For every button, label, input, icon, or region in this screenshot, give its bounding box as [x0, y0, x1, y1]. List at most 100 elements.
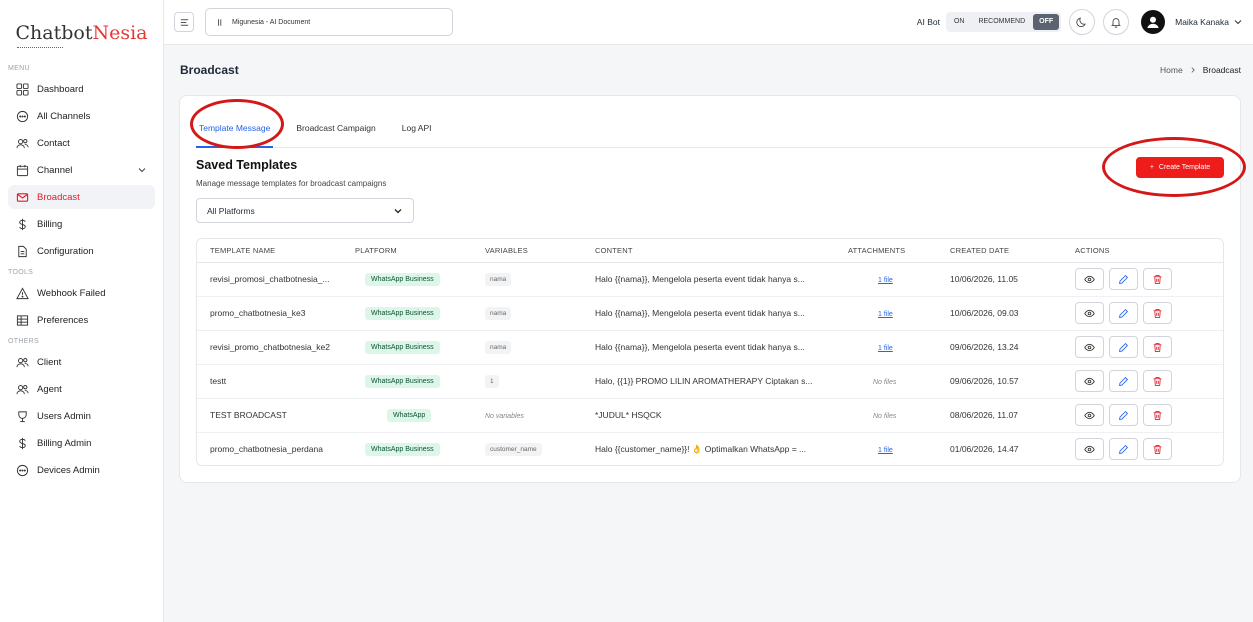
ai-bot-on-option[interactable]: ON — [948, 14, 971, 30]
created-date: 08/06/2026, 11.07 — [950, 398, 1075, 433]
column-header: CONTENT — [595, 239, 848, 263]
pencil-icon — [1119, 274, 1129, 284]
templates-table: TEMPLATE NAME PLATFORM VARIABLES CONTENT… — [196, 238, 1224, 466]
sidebar-item-broadcast[interactable]: Broadcast — [8, 185, 155, 209]
sidebar-item-devices-admin[interactable]: Devices Admin — [8, 458, 155, 482]
template-content: *JUDUL* HSQCK — [595, 398, 848, 433]
view-button[interactable] — [1075, 370, 1104, 392]
sidebar-item-billing[interactable]: Billing — [8, 212, 155, 236]
template-name: TEST BROADCAST — [197, 398, 355, 433]
edit-button[interactable] — [1109, 336, 1138, 358]
row-actions — [1075, 268, 1223, 290]
view-button[interactable] — [1075, 404, 1104, 426]
chat-icon — [16, 464, 29, 477]
sidebar-item-label: Dashboard — [37, 83, 84, 95]
attachment-link[interactable]: 1 file — [878, 311, 893, 318]
table-row: revisi_promosi_chatbotnesia_... WhatsApp… — [197, 262, 1223, 297]
row-actions — [1075, 370, 1223, 392]
breadcrumb-home[interactable]: Home — [1160, 65, 1183, 75]
sidebar-item-label: Billing Admin — [37, 437, 92, 449]
attachment-link[interactable]: 1 file — [878, 345, 893, 352]
sidebar-item-billing-admin[interactable]: Billing Admin — [8, 431, 155, 455]
tab-bar: Template Message Broadcast Campaign Log … — [196, 116, 1224, 148]
eye-icon — [1084, 377, 1095, 385]
row-actions — [1075, 302, 1223, 324]
dollar-icon — [16, 218, 29, 231]
attachment-link[interactable]: 1 file — [878, 277, 893, 284]
sidebar-toggle-button[interactable] — [174, 12, 194, 32]
moon-icon — [1076, 17, 1086, 28]
edit-button[interactable] — [1109, 404, 1138, 426]
view-button[interactable] — [1075, 438, 1104, 461]
attachment-link[interactable]: 1 file — [878, 447, 893, 454]
user-name[interactable]: Maika Kanaka — [1175, 17, 1229, 27]
grid-icon — [16, 82, 29, 96]
users-icon — [16, 137, 29, 150]
users-icon — [16, 383, 29, 396]
breadcrumb-current: Broadcast — [1202, 65, 1241, 75]
delete-button[interactable] — [1143, 404, 1172, 426]
document-icon — [218, 18, 222, 26]
column-header: VARIABLES — [485, 239, 595, 263]
sidebar-item-dashboard[interactable]: Dashboard — [8, 77, 155, 101]
sidebar-item-preferences[interactable]: Preferences — [8, 308, 155, 332]
view-button[interactable] — [1075, 268, 1104, 290]
warning-icon — [16, 286, 29, 300]
calendar-icon — [16, 164, 29, 177]
sidebar-item-label: Preferences — [37, 314, 89, 326]
notifications-button[interactable] — [1103, 9, 1130, 35]
view-button[interactable] — [1075, 336, 1104, 358]
platform-filter-select[interactable]: All Platforms — [196, 198, 414, 223]
sidebar-item-client[interactable]: Client — [8, 350, 155, 374]
mail-icon — [16, 191, 29, 204]
delete-button[interactable] — [1143, 268, 1172, 290]
edit-button[interactable] — [1109, 438, 1138, 461]
sidebar-section-tools: TOOLS — [8, 269, 34, 276]
ai-bot-off-option[interactable]: OFF — [1033, 14, 1060, 30]
topbar: Migunesia - AI Document AI Bot ON RECOMM… — [164, 0, 1253, 45]
edit-button[interactable] — [1109, 268, 1138, 290]
delete-button[interactable] — [1143, 370, 1172, 392]
edit-button[interactable] — [1109, 302, 1138, 324]
table-icon — [16, 314, 29, 327]
ai-bot-mode-toggle: ON RECOMMEND OFF — [945, 12, 1062, 32]
sidebar: ChatbotNesia MENU Dashboard All Channels… — [0, 0, 164, 622]
template-content: Halo, {{1}} PROMO LILIN AROMATHERAPY Cip… — [595, 364, 848, 399]
tab-log-api[interactable]: Log API — [399, 116, 435, 148]
sidebar-item-label: Webhook Failed — [37, 287, 106, 299]
section-subtitle: Manage message templates for broadcast c… — [196, 179, 387, 188]
delete-button[interactable] — [1143, 302, 1172, 324]
no-attachments-text: No files — [873, 379, 897, 386]
sidebar-item-channel[interactable]: Channel — [8, 158, 155, 182]
eye-icon — [1084, 275, 1095, 283]
sidebar-item-webhook-failed[interactable]: Webhook Failed — [8, 281, 155, 305]
delete-button[interactable] — [1143, 438, 1172, 461]
document-select[interactable]: Migunesia - AI Document — [205, 8, 453, 36]
ai-bot-recommend-option[interactable]: RECOMMEND — [972, 14, 1031, 30]
sidebar-item-configuration[interactable]: Configuration — [8, 239, 155, 263]
topbar-right: AI Bot ON RECOMMEND OFF Maika Kanaka — [917, 9, 1243, 35]
sidebar-item-users-admin[interactable]: Users Admin — [8, 404, 155, 428]
sidebar-item-contact[interactable]: Contact — [8, 131, 155, 155]
logo[interactable]: ChatbotNesia — [0, 0, 163, 62]
template-content: Halo {{nama}}, Mengelola peserta event t… — [595, 262, 848, 297]
sidebar-item-label: Users Admin — [37, 410, 91, 422]
avatar[interactable] — [1141, 10, 1166, 34]
table-header-row: TEMPLATE NAME PLATFORM VARIABLES CONTENT… — [197, 239, 1223, 263]
column-header: ACTIONS — [1075, 239, 1223, 263]
delete-button[interactable] — [1143, 336, 1172, 358]
sidebar-item-all-channels[interactable]: All Channels — [8, 104, 155, 128]
dark-mode-button[interactable] — [1069, 9, 1096, 35]
template-content: Halo {{customer_name}}! 👌 Optimalkan Wha… — [595, 443, 807, 454]
no-variables-text: No variables — [485, 413, 524, 420]
platform-badge: WhatsApp Business — [365, 306, 440, 320]
edit-button[interactable] — [1109, 370, 1138, 392]
view-button[interactable] — [1075, 302, 1104, 324]
sidebar-section-menu: MENU — [8, 65, 30, 72]
chevron-down-icon[interactable] — [1233, 17, 1243, 27]
sidebar-item-agent[interactable]: Agent — [8, 377, 155, 401]
broadcast-card: Template Message Broadcast Campaign Log … — [179, 95, 1246, 483]
column-header: ATTACHMENTS — [848, 239, 950, 263]
tab-broadcast-campaign[interactable]: Broadcast Campaign — [293, 116, 378, 148]
document-select-value: Migunesia - AI Document — [232, 18, 311, 26]
